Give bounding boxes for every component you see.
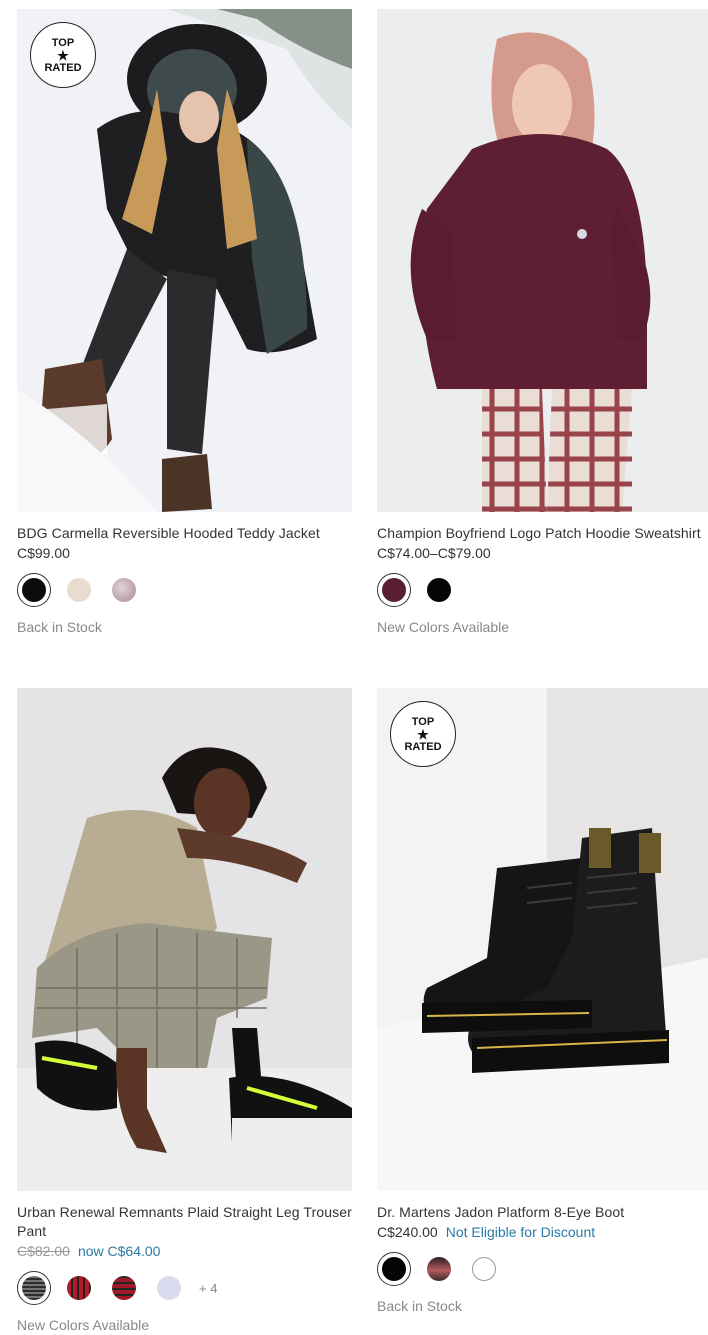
product-card[interactable]: TOP ★ RATED BDG Carmella Reversible Hood… [17, 9, 352, 635]
top-rated-badge: TOP ★ RATED [390, 701, 456, 767]
product-card[interactable]: TOP ★ RATED Dr. Martens Jadon Platform 8… [377, 688, 708, 1314]
color-swatches [17, 573, 352, 607]
badge-top: TOP [411, 715, 435, 728]
color-swatches [377, 1252, 708, 1286]
product-card[interactable]: Champion Boyfriend Logo Patch Hoodie Swe… [377, 9, 708, 635]
badge-top: TOP [51, 36, 75, 49]
product-price: C$74.00–C$79.00 [377, 545, 491, 561]
availability-status: New Colors Available [377, 619, 510, 635]
color-swatches: + 4 [17, 1271, 352, 1305]
product-title[interactable]: Champion Boyfriend Logo Patch Hoodie Swe… [377, 524, 708, 543]
color-swatch-cream[interactable] [62, 573, 96, 607]
sale-price: now C$64.00 [77, 1243, 161, 1259]
product-title[interactable]: Urban Renewal Remnants Plaid Straight Le… [17, 1203, 352, 1241]
discount-note: Not Eligible for Discount [445, 1224, 596, 1240]
original-price: C$82.00 [17, 1243, 70, 1259]
top-rated-badge: TOP ★ RATED [30, 22, 96, 88]
color-swatch-black[interactable] [377, 1252, 411, 1286]
product-title[interactable]: Dr. Martens Jadon Platform 8-Eye Boot [377, 1203, 708, 1222]
badge-rated: RATED [44, 61, 82, 74]
color-swatches [377, 573, 708, 607]
star-icon: ★ [417, 726, 429, 742]
color-swatch-lavender[interactable] [152, 1271, 186, 1305]
product-price: C$99.00 [17, 545, 70, 561]
color-swatch-white[interactable] [467, 1252, 501, 1286]
color-swatch-red-plaid[interactable] [62, 1271, 96, 1305]
availability-status: New Colors Available [17, 1317, 150, 1333]
product-card[interactable]: Urban Renewal Remnants Plaid Straight Le… [17, 688, 352, 1333]
color-swatch-cherry-red[interactable] [422, 1252, 456, 1286]
color-swatch-red-tartan[interactable] [107, 1271, 141, 1305]
stock-status: Back in Stock [377, 1298, 462, 1314]
badge-rated: RATED [404, 740, 442, 753]
product-image[interactable] [377, 9, 708, 512]
color-swatch-black[interactable] [422, 573, 456, 607]
product-title[interactable]: BDG Carmella Reversible Hooded Teddy Jac… [17, 524, 352, 543]
product-image[interactable]: TOP ★ RATED [377, 688, 708, 1191]
more-colors-count[interactable]: + 4 [199, 1281, 217, 1296]
color-swatch-mauve[interactable] [107, 573, 141, 607]
product-price: C$240.00 Not Eligible for Discount [377, 1223, 708, 1242]
color-swatch-grey-plaid[interactable] [17, 1271, 51, 1305]
color-swatch-black[interactable] [17, 573, 51, 607]
product-price: C$82.00 now C$64.00 [17, 1242, 352, 1261]
product-image[interactable]: TOP ★ RATED [17, 9, 352, 512]
stock-status: Back in Stock [17, 619, 102, 635]
star-icon: ★ [57, 47, 69, 63]
price-value: C$240.00 [377, 1224, 438, 1240]
color-swatch-maroon[interactable] [377, 573, 411, 607]
product-image[interactable] [17, 688, 352, 1191]
